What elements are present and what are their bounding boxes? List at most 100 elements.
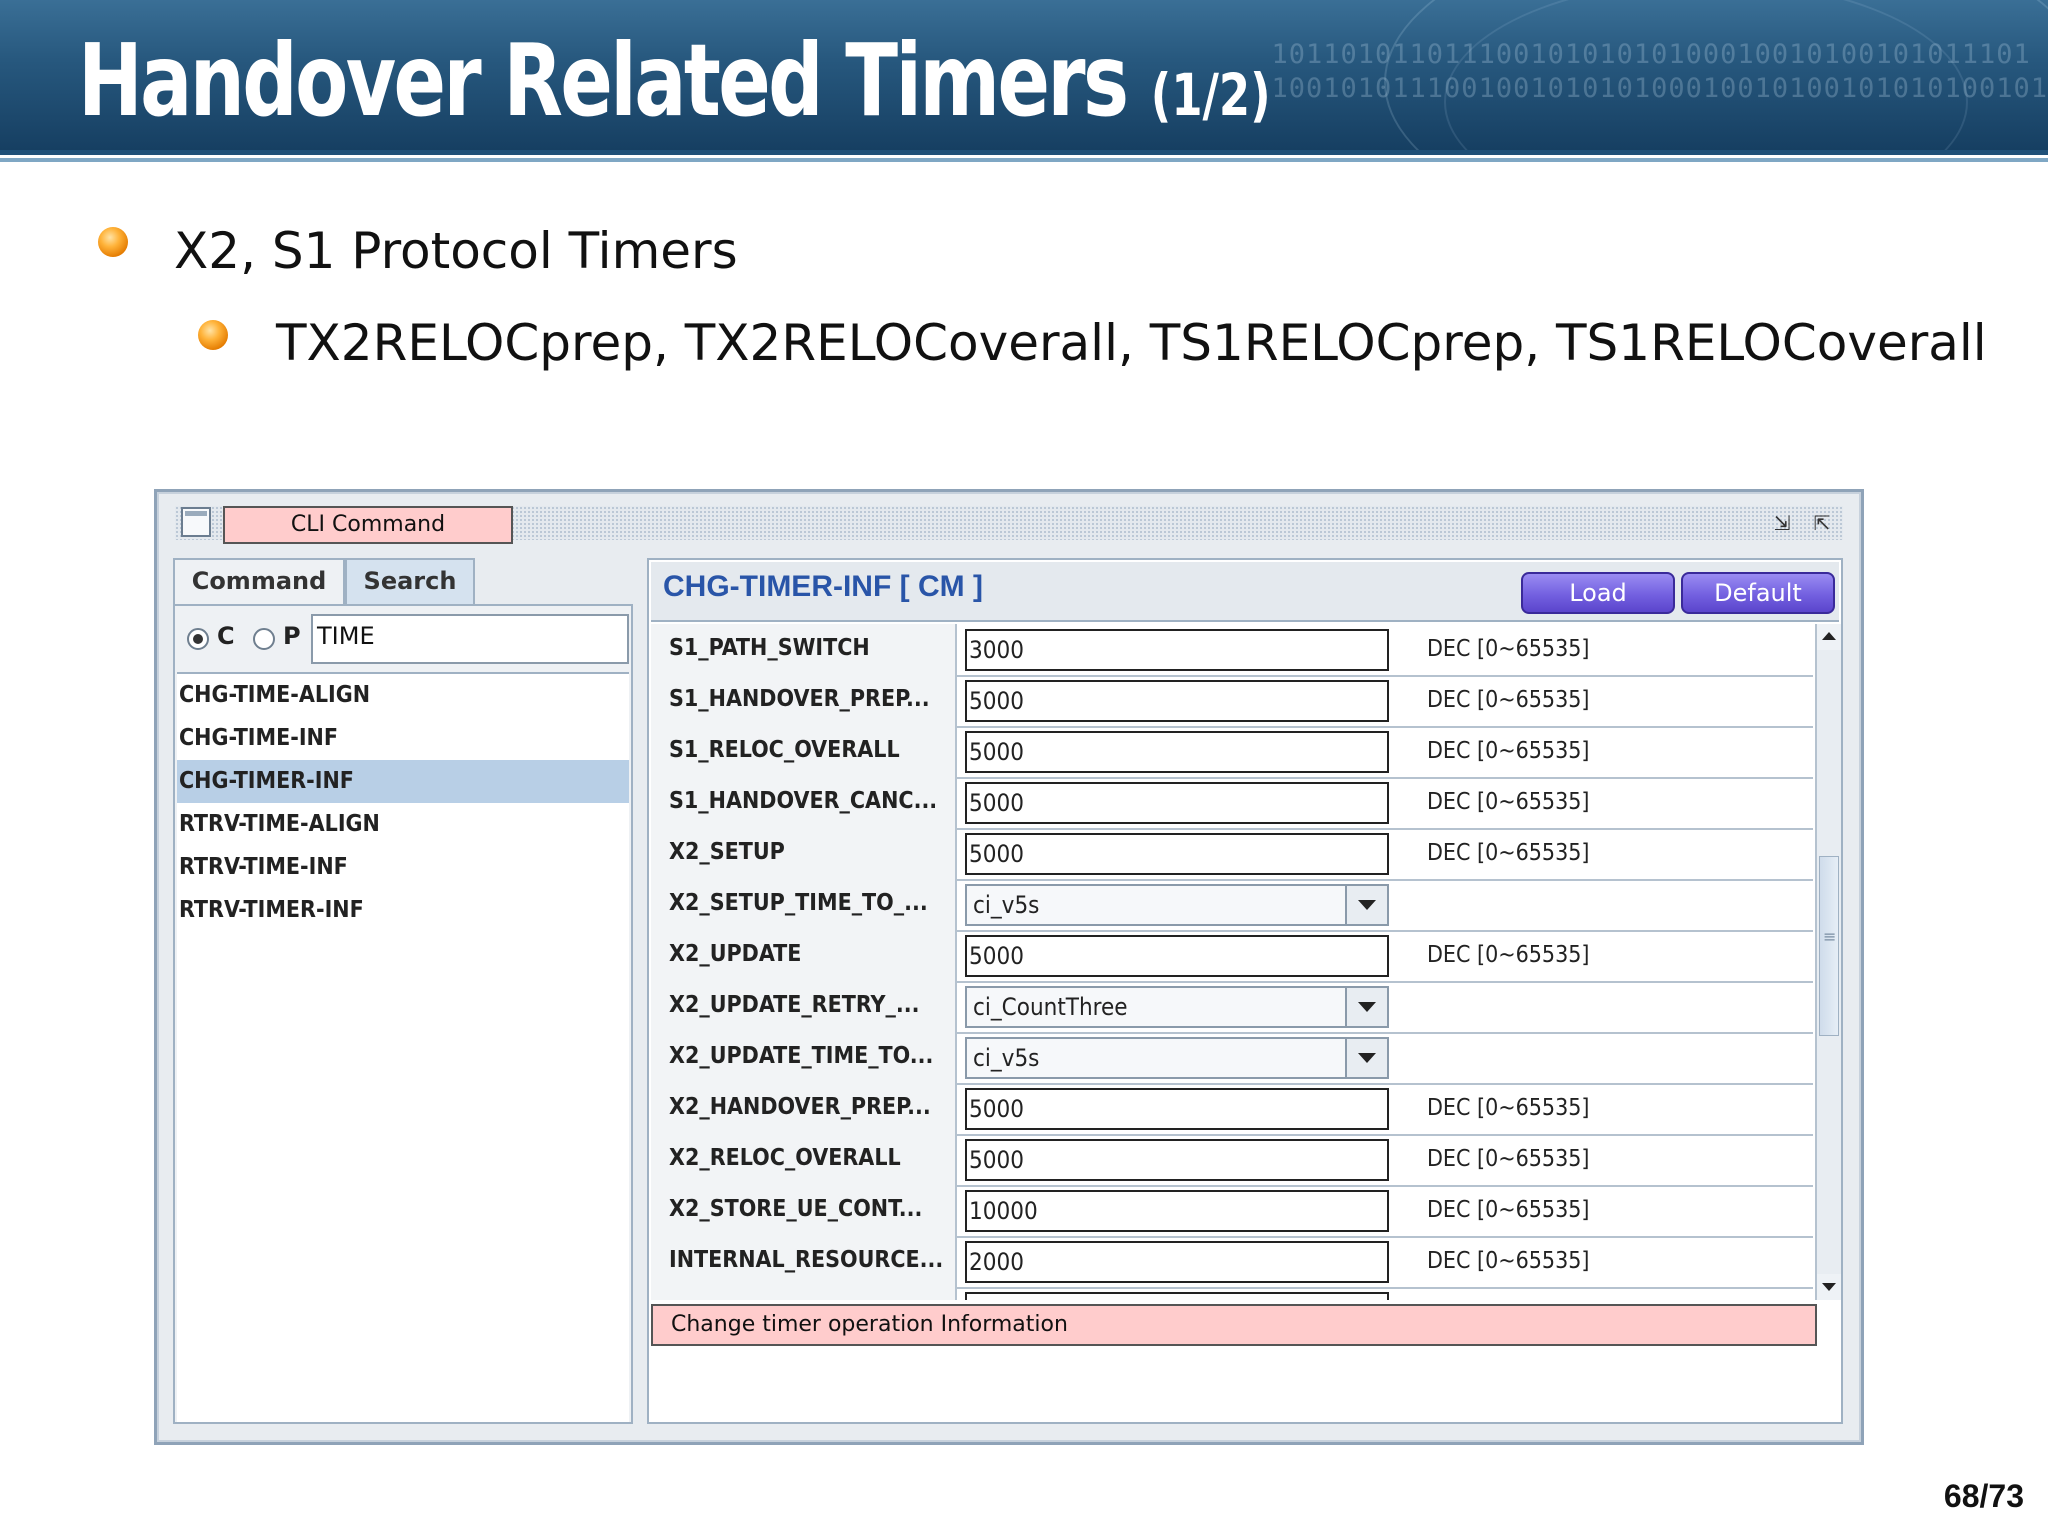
param-input[interactable]: 3000 [965, 629, 1389, 671]
param-input[interactable]: 5000 [965, 935, 1389, 977]
param-select-value: ci_v5s [973, 1044, 1040, 1072]
radio-row: C P TIME [181, 614, 629, 664]
param-row: X2_SETUP 5000 DEC [0~65535] [651, 828, 1813, 881]
param-row: INTERNAL_RESOURCE... 2000 DEC [0~65535] [651, 1236, 1813, 1289]
param-select-value: ci_v5s [973, 891, 1040, 919]
maximize-icon[interactable]: ⇱ [1807, 509, 1837, 539]
param-name: X2_SETUP [651, 828, 957, 879]
bullet-icon [98, 227, 128, 257]
window-icon [181, 507, 211, 537]
param-row: S1_PATH_SWITCH 3000 DEC [0~65535] [651, 624, 1813, 677]
param-range: DEC [0~65535] [1427, 1197, 1590, 1223]
param-range: DEC [0~65535] [1427, 942, 1590, 968]
param-range: DEC [0~65535] [1427, 840, 1590, 866]
radio-p-label: P [283, 622, 301, 650]
chevron-down-icon[interactable] [1345, 988, 1387, 1026]
param-input[interactable]: 5000 [965, 1139, 1389, 1181]
param-row: S1_HANDOVER_CANC... 5000 DEC [0~65535] [651, 777, 1813, 830]
param-input[interactable]: 5000 [965, 680, 1389, 722]
param-input[interactable]: 5000 [965, 1088, 1389, 1130]
command-item[interactable]: RTRV-TIMER-INF [177, 889, 629, 932]
param-range: DEC [0~65535] [1427, 636, 1590, 662]
default-button[interactable]: Default [1681, 572, 1835, 614]
param-range: DEC [0~65535] [1427, 687, 1590, 713]
param-select[interactable]: ci_v5s [965, 884, 1389, 926]
param-name: X2_UPDATE [651, 930, 957, 981]
slide-title-text: Handover Related Timers [78, 22, 1129, 139]
tab-command[interactable]: Command [173, 558, 345, 604]
param-name: X2_SETUP_TIME_TO_... [651, 879, 957, 930]
param-name: S1_HANDOVER_CANC... [651, 777, 957, 828]
param-range: DEC [0~65535] [1427, 1146, 1590, 1172]
chevron-down-icon[interactable] [1345, 886, 1387, 924]
scroll-thumb[interactable] [1819, 856, 1839, 1036]
radio-c[interactable] [187, 628, 209, 650]
search-input[interactable]: TIME [311, 614, 629, 664]
param-name: X2_STORE_UE_CONT... [651, 1185, 957, 1236]
command-item[interactable]: RTRV-TIME-ALIGN [177, 803, 629, 846]
param-range: DEC [0~65535] [1427, 1095, 1590, 1121]
tab-search[interactable]: Search [345, 558, 475, 604]
param-name [651, 1287, 957, 1300]
param-row: X2_HANDOVER_PREP... 5000 DEC [0~65535] [651, 1083, 1813, 1136]
page-number: 68/73 [1943, 1478, 2024, 1514]
param-name: S1_RELOC_OVERALL [651, 726, 957, 777]
param-input[interactable]: 10000 [965, 1190, 1389, 1232]
parameter-panel: CHG-TIMER-INF [ CM ] Load Default S1_PAT… [647, 558, 1843, 1424]
window-title: CLI Command [223, 506, 513, 544]
param-row: X2_STORE_UE_CONT... 10000 DEC [0~65535] [651, 1185, 1813, 1238]
param-row: S1_HANDOVER_PREP... 5000 DEC [0~65535] [651, 675, 1813, 728]
param-row: X2_UPDATE 5000 DEC [0~65535] [651, 930, 1813, 983]
minimize-icon[interactable]: ⇲ [1767, 509, 1797, 539]
param-input[interactable]: 2000 [965, 1241, 1389, 1283]
param-range: DEC [0~65535] [1427, 738, 1590, 764]
command-item[interactable]: CHG-TIME-INF [177, 717, 629, 760]
param-select[interactable]: ci_CountThree [965, 986, 1389, 1028]
header-stripe-light [0, 158, 2048, 162]
command-item-selected[interactable]: CHG-TIMER-INF [177, 760, 629, 803]
bullet-text-level2: TX2RELOCprep, TX2RELOCoverall, TS1RELOCp… [276, 314, 1987, 372]
param-input[interactable]: 5000 [965, 782, 1389, 824]
radio-c-label: C [217, 622, 235, 650]
param-input[interactable]: 5000 [965, 833, 1389, 875]
description-box: Change timer operation Information [651, 1304, 1817, 1346]
param-row: X2_SETUP_TIME_TO_... ci_v5s [651, 879, 1813, 932]
radio-p[interactable] [253, 628, 275, 650]
param-select[interactable]: ci_v5s [965, 1037, 1389, 1079]
param-row [651, 1287, 1813, 1300]
param-name: S1_HANDOVER_PREP... [651, 675, 957, 726]
param-row: X2_UPDATE_TIME_TO... ci_v5s [651, 1032, 1813, 1085]
window-titlebar[interactable]: CLI Command ⇲ ⇱ [175, 506, 1843, 544]
header-stripe [0, 150, 2048, 155]
scroll-down-icon[interactable] [1817, 1274, 1841, 1300]
scroll-up-icon[interactable] [1817, 624, 1841, 650]
left-tabs: Command Search [173, 558, 633, 604]
title-banner: 1011010110111001010101010001001010010101… [0, 0, 2048, 150]
panel-title: CHG-TIMER-INF [ CM ] [663, 570, 983, 603]
search-panel: C P TIME CHG-TIME-ALIGN CHG-TIME-INF CHG… [173, 604, 633, 1424]
param-row: X2_UPDATE_RETRY_... ci_CountThree [651, 981, 1813, 1034]
slide-title: Handover Related Timers (1/2) [78, 22, 1271, 139]
chevron-down-icon[interactable] [1345, 1039, 1387, 1077]
bullet-text-level1: X2, S1 Protocol Timers [174, 222, 738, 280]
param-name: INTERNAL_RESOURCE... [651, 1236, 957, 1287]
param-name: S1_PATH_SWITCH [651, 624, 957, 675]
bullet-icon [198, 320, 228, 350]
binary-line-2: 1001010111001001010101000100101001010101… [1271, 73, 2048, 104]
param-row: X2_RELOC_OVERALL 5000 DEC [0~65535] [651, 1134, 1813, 1187]
panel-header: CHG-TIMER-INF [ CM ] Load Default [651, 562, 1839, 622]
param-name: X2_HANDOVER_PREP... [651, 1083, 957, 1134]
param-name: X2_RELOC_OVERALL [651, 1134, 957, 1185]
command-item[interactable]: RTRV-TIME-INF [177, 846, 629, 889]
param-row: S1_RELOC_OVERALL 5000 DEC [0~65535] [651, 726, 1813, 779]
binary-line-1: 1011010110111001010101010001001010010101… [1271, 39, 2031, 70]
command-item[interactable]: CHG-TIME-ALIGN [177, 674, 629, 717]
param-input[interactable] [965, 1292, 1389, 1300]
param-select-value: ci_CountThree [973, 993, 1128, 1021]
param-range: DEC [0~65535] [1427, 789, 1590, 815]
vertical-scrollbar[interactable] [1815, 624, 1841, 1300]
load-button[interactable]: Load [1521, 572, 1675, 614]
param-name: X2_UPDATE_RETRY_... [651, 981, 957, 1032]
param-input[interactable]: 5000 [965, 731, 1389, 773]
param-range: DEC [0~65535] [1427, 1248, 1590, 1274]
